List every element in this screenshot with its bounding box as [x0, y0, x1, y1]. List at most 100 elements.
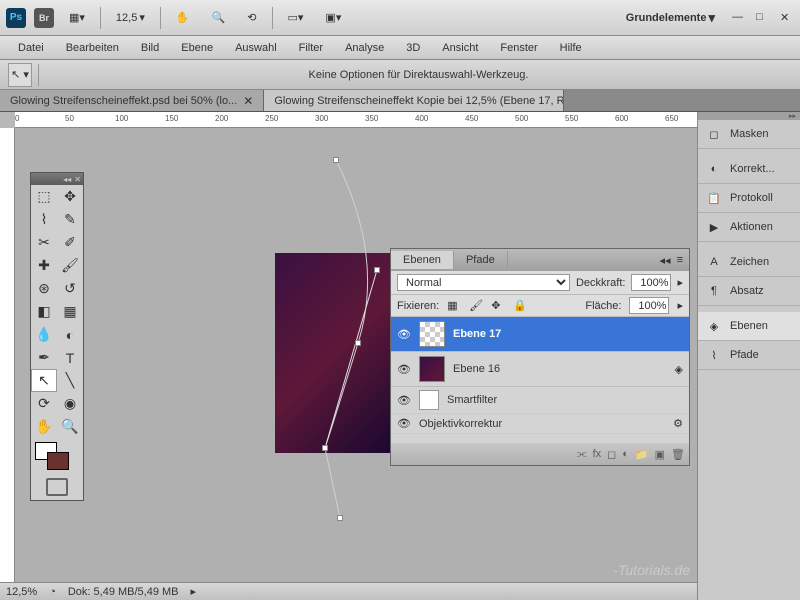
- menu-ansicht[interactable]: Ansicht: [432, 39, 488, 57]
- blend-mode-select[interactable]: Normal: [397, 274, 570, 291]
- panel-collapse-icon[interactable]: ◂◂: [660, 254, 671, 267]
- dock-tab-zeichen[interactable]: AZeichen: [698, 248, 800, 277]
- menu-auswahl[interactable]: Auswahl: [225, 39, 287, 57]
- dock-tab-korrekt[interactable]: ◐Korrekt...: [698, 155, 800, 184]
- document-tab[interactable]: Glowing Streifenscheineffekt.psd bei 50%…: [0, 90, 264, 111]
- layer-style-icon[interactable]: fx: [593, 448, 602, 460]
- workspace-switcher[interactable]: Grundelemente ▾: [619, 6, 722, 30]
- filter-settings-icon[interactable]: ⚙: [673, 417, 683, 430]
- document-canvas[interactable]: [275, 253, 390, 453]
- layer-group-icon[interactable]: 📁: [635, 448, 649, 461]
- toolbox-header[interactable]: ◂◂✕: [31, 173, 83, 185]
- stamp-tool[interactable]: ⊛: [31, 277, 57, 300]
- lock-transparency-icon[interactable]: ▦: [447, 299, 461, 313]
- quick-mask-button[interactable]: [46, 478, 68, 496]
- photoshop-icon[interactable]: Ps: [6, 8, 26, 28]
- zoom-tool-button[interactable]: 🔍: [205, 7, 233, 28]
- menu-datei[interactable]: Datei: [8, 39, 54, 57]
- opacity-input[interactable]: [631, 274, 671, 291]
- path-anchor[interactable]: [374, 267, 380, 273]
- status-docsize[interactable]: Dok: 5,49 MB/5,49 MB: [68, 586, 179, 598]
- layout-menu-button[interactable]: ▦▾: [62, 7, 92, 28]
- menu-3d[interactable]: 3D: [396, 39, 430, 57]
- close-icon[interactable]: ✕: [780, 11, 794, 25]
- lasso-tool[interactable]: ⌇: [31, 208, 57, 231]
- direct-select-tool[interactable]: ↖: [31, 369, 57, 392]
- dodge-tool[interactable]: ◐: [57, 323, 83, 346]
- rotate-view-button[interactable]: ⟲: [240, 7, 263, 28]
- visibility-icon[interactable]: 👁: [397, 363, 411, 376]
- menu-fenster[interactable]: Fenster: [490, 39, 547, 57]
- current-tool-icon[interactable]: ↖ ▾: [8, 63, 32, 87]
- layer-thumbnail[interactable]: [419, 356, 445, 382]
- background-color[interactable]: [47, 452, 69, 470]
- menu-filter[interactable]: Filter: [289, 39, 333, 57]
- line-tool[interactable]: ╲: [57, 369, 83, 392]
- type-tool[interactable]: T: [57, 346, 83, 369]
- dock-tab-masken[interactable]: ◻Masken: [698, 120, 800, 149]
- status-zoom[interactable]: 12,5%: [6, 586, 37, 598]
- path-anchor[interactable]: [337, 515, 343, 521]
- move-tool[interactable]: ✥: [57, 185, 83, 208]
- panel-menu-icon[interactable]: ≡: [677, 254, 683, 267]
- hand-tool[interactable]: ✋: [31, 415, 57, 438]
- visibility-icon[interactable]: 👁: [397, 394, 411, 407]
- menu-bild[interactable]: Bild: [131, 39, 169, 57]
- bridge-icon[interactable]: Br: [34, 8, 54, 28]
- path-anchor[interactable]: [322, 445, 328, 451]
- gradient-tool[interactable]: ▦: [57, 300, 83, 323]
- smart-filters-header[interactable]: 👁 Smartfilter: [391, 387, 689, 414]
- crop-tool[interactable]: ✂: [31, 231, 57, 254]
- quick-select-tool[interactable]: ✎: [57, 208, 83, 231]
- menu-bearbeiten[interactable]: Bearbeiten: [56, 39, 129, 57]
- layer-row[interactable]: 👁 Ebene 16 ◈: [391, 352, 689, 387]
- visibility-icon[interactable]: 👁: [397, 328, 411, 341]
- menu-hilfe[interactable]: Hilfe: [550, 39, 592, 57]
- maximize-icon[interactable]: □: [756, 11, 770, 25]
- new-layer-icon[interactable]: ▣: [655, 448, 665, 461]
- path-anchor[interactable]: [333, 157, 339, 163]
- fill-flyout-icon[interactable]: ▸: [677, 299, 683, 312]
- dock-tab-ebenen[interactable]: ◈Ebenen: [698, 312, 800, 341]
- screen-mode-button[interactable]: ▣▾: [318, 7, 348, 28]
- filter-mask-thumbnail[interactable]: [419, 390, 439, 410]
- marquee-tool[interactable]: ⬚: [31, 185, 57, 208]
- dock-tab-pfade[interactable]: ⌇Pfade: [698, 341, 800, 370]
- dock-tab-protokoll[interactable]: 📋Protokoll: [698, 184, 800, 213]
- healing-tool[interactable]: ✚: [31, 254, 57, 277]
- status-flyout-icon[interactable]: ▸: [191, 585, 197, 598]
- zoom-tool[interactable]: 🔍: [57, 415, 83, 438]
- lock-all-icon[interactable]: 🔒: [513, 299, 527, 313]
- 3d-rotate-tool[interactable]: ⟳: [31, 392, 57, 415]
- brush-tool[interactable]: 🖌: [57, 254, 83, 277]
- opacity-flyout-icon[interactable]: ▸: [677, 276, 683, 289]
- blur-tool[interactable]: 💧: [31, 323, 57, 346]
- tab-paths[interactable]: Pfade: [454, 251, 508, 269]
- adjustment-layer-icon[interactable]: ◐: [622, 448, 629, 460]
- document-tab[interactable]: Glowing Streifenscheineffekt Kopie bei 1…: [264, 90, 564, 111]
- menu-analyse[interactable]: Analyse: [335, 39, 394, 57]
- layer-thumbnail[interactable]: [419, 321, 445, 347]
- lock-position-icon[interactable]: ✥: [491, 299, 505, 313]
- link-layers-icon[interactable]: ⫘: [577, 448, 587, 461]
- history-brush-tool[interactable]: ↺: [57, 277, 83, 300]
- dock-tab-absatz[interactable]: ¶Absatz: [698, 277, 800, 306]
- layer-row[interactable]: 👁 Ebene 17: [391, 317, 689, 352]
- arrange-docs-button[interactable]: ▭▾: [281, 7, 311, 28]
- minimize-icon[interactable]: —: [732, 11, 746, 25]
- visibility-icon[interactable]: 👁: [397, 417, 411, 430]
- lock-pixels-icon[interactable]: 🖌: [469, 299, 483, 313]
- hand-tool-button[interactable]: ✋: [169, 7, 197, 28]
- pen-tool[interactable]: ✒: [31, 346, 57, 369]
- zoom-level-dropdown[interactable]: 12,5 ▾: [109, 7, 152, 28]
- eraser-tool[interactable]: ◧: [31, 300, 57, 323]
- tab-close-icon[interactable]: ✕: [243, 94, 253, 108]
- smart-filter-entry[interactable]: 👁 Objektivkorrektur ⚙: [391, 414, 689, 434]
- fill-input[interactable]: [629, 297, 669, 314]
- dock-tab-aktionen[interactable]: ▶Aktionen: [698, 213, 800, 242]
- menu-ebene[interactable]: Ebene: [171, 39, 223, 57]
- color-swatches[interactable]: [31, 438, 83, 474]
- tab-layers[interactable]: Ebenen: [391, 251, 454, 269]
- eyedropper-tool[interactable]: ✐: [57, 231, 83, 254]
- path-anchor[interactable]: [355, 340, 361, 346]
